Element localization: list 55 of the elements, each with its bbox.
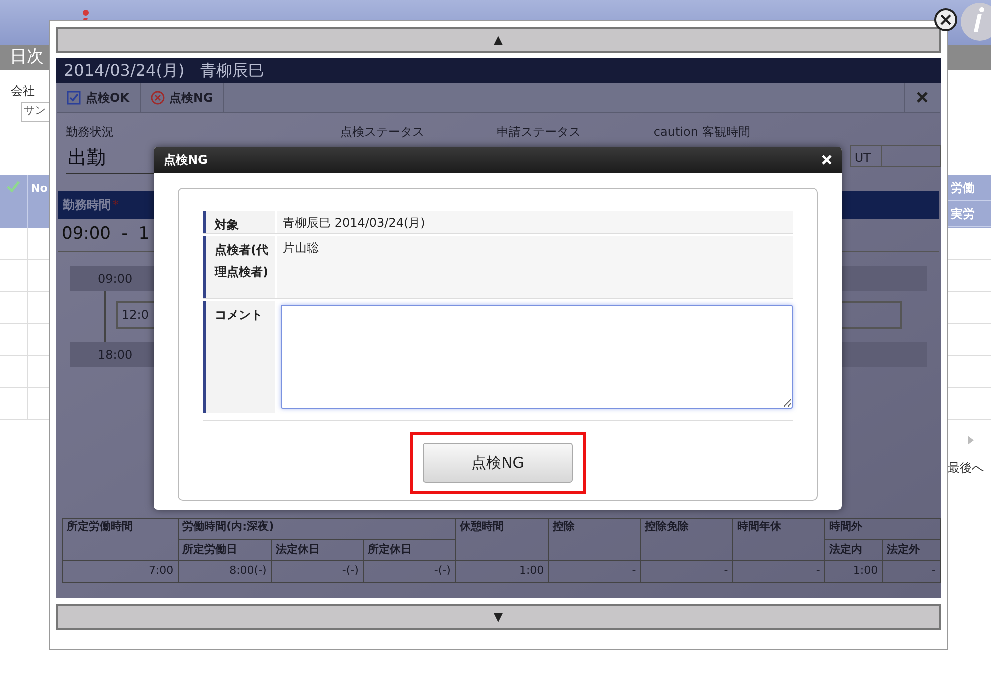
table-header-cell: 法定内 [824, 540, 883, 560]
toolbar-button[interactable]: 点検NG [140, 83, 224, 112]
checkbox-icon [67, 90, 81, 104]
table-cell: 1:00 [455, 560, 549, 582]
dialog-title: 点検NG [164, 152, 208, 169]
form-label: コメント [203, 301, 275, 413]
table-cell: 1:00 [824, 560, 883, 582]
cross-circle-icon [150, 90, 164, 104]
table-header-cell: 控除 [548, 518, 641, 560]
field-label: 点検ステータス [340, 124, 426, 141]
table-header-cell: 控除免除 [640, 518, 733, 560]
column-header: No [31, 181, 48, 197]
table-header-cell: 所定労働日 [178, 540, 272, 560]
toolbar-button[interactable]: 点検OK [57, 83, 140, 112]
table-header-cell: 労働時間(内:深夜) [178, 518, 456, 540]
comment-textarea[interactable] [281, 305, 793, 409]
scroll-up-button[interactable]: ▲ [56, 27, 941, 53]
field-label: 勤務状況 [66, 124, 115, 141]
record-title: 2014/03/24(月) 青柳辰巳 [64, 60, 265, 82]
table-cell: -(-) [271, 560, 364, 582]
scroll-down-button[interactable]: ▼ [56, 604, 941, 630]
table-cell: - [640, 560, 733, 582]
field-value: UT [850, 146, 882, 166]
form-label: 点検者(代理点検者) [203, 236, 275, 298]
table-header-cell: 休憩時間 [455, 518, 549, 560]
time-label: 18:00 [98, 346, 133, 364]
field-label: 申請ステータス [497, 124, 582, 141]
submit-button[interactable]: 点検NG [423, 443, 573, 483]
table-header-cell: 所定労働時間 [62, 518, 178, 560]
time-range: 09:00 - 1 [62, 223, 150, 246]
page-title: 日次 [10, 46, 44, 69]
logo-icon [958, 2, 991, 42]
field-label: caution 客観時間 [654, 124, 752, 141]
pager-link[interactable]: 最後へ [948, 459, 991, 477]
table-cell: - [548, 560, 641, 582]
table-cell: - [732, 560, 825, 582]
form-label: 対象 [203, 211, 275, 233]
check-icon [7, 181, 20, 192]
time-label: 12:0 [122, 307, 149, 324]
table-cell: -(-) [363, 560, 456, 582]
table-cell: 8:00(-) [178, 560, 272, 582]
table-header-cell: 法定外 [882, 540, 940, 560]
company-label: 会社 [11, 83, 35, 100]
table-cell: - [882, 560, 940, 582]
table-header-cell: 法定休日 [271, 540, 364, 560]
table-header-cell: 時間年休 [732, 518, 825, 560]
section-title: 勤務時間 [63, 197, 111, 214]
required-mark: * [113, 197, 119, 214]
table-header-cell: 時間外 [824, 518, 940, 540]
form-value: 片山聡 [277, 236, 793, 298]
table-cell: 7:00 [62, 560, 178, 582]
close-icon [917, 92, 928, 103]
play-icon[interactable] [968, 436, 974, 445]
time-label: 09:00 [98, 270, 133, 288]
form-value: 青柳辰巳 2014/03/24(月) [277, 211, 793, 233]
